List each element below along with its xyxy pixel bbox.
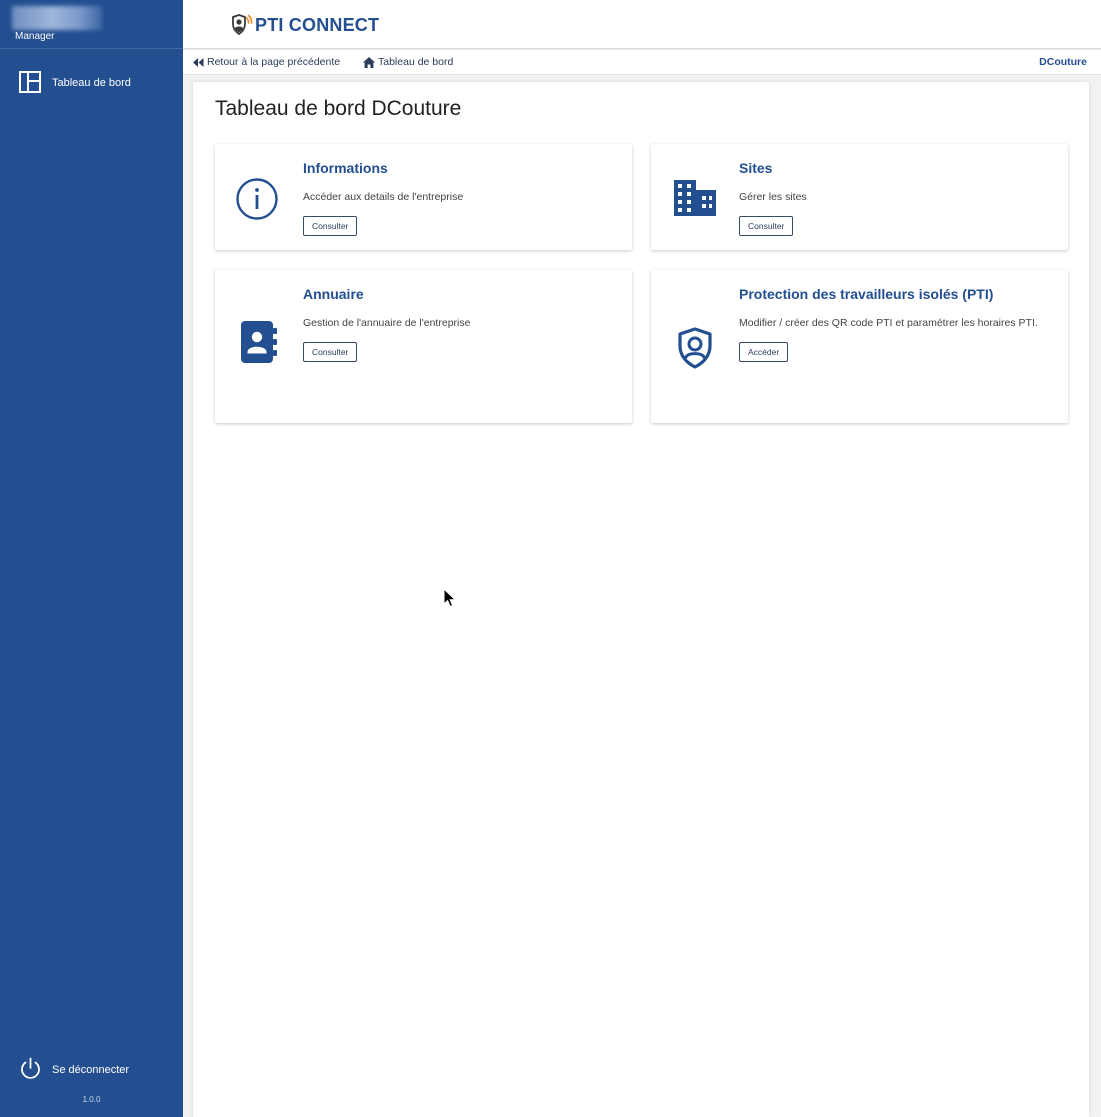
home-icon [363,56,375,68]
breadcrumb-home-label: Tableau de bord [378,56,454,68]
card-informations: Informations Accéder aux details de l'en… [215,144,632,250]
card-sites: Sites Gérer les sites Consulter [651,144,1068,250]
page-title: Tableau de bord DCouture [215,97,462,120]
app-version: 1.0.0 [82,1095,101,1104]
shield-user-icon [678,327,712,369]
consult-annuaire-button[interactable]: Consulter [303,342,358,362]
card-title: Sites [739,160,773,176]
user-role: Manager [15,31,55,42]
access-pti-button[interactable]: Accéder [739,342,789,362]
card-description: Accéder aux details de l'entreprise [303,191,464,203]
card-pti: Protection des travailleurs isolés (PTI)… [651,270,1068,423]
info-icon [236,178,278,220]
app-name: PTI CONNECT [255,14,380,35]
card-description: Gérer les sites [739,191,807,203]
mouse-cursor-icon [443,588,457,608]
sidebar-item-dashboard[interactable]: Tableau de bord [0,66,183,100]
card-title: Annuaire [303,286,364,302]
card-annuaire: Annuaire Gestion de l'annuaire de l'entr… [215,270,632,423]
contact-book-icon [241,321,277,363]
card-title: Protection des travailleurs isolés (PTI) [739,286,994,302]
logout-label: Se déconnecter [52,1064,130,1076]
card-description: Modifier / créer des QR code PTI et para… [739,317,1038,329]
back-link-label: Retour à la page précédente [207,56,341,68]
dashboard-icon [19,71,41,93]
card-description: Gestion de l'annuaire de l'entreprise [303,317,471,329]
pti-logo-icon [232,14,253,36]
breadcrumb: Retour à la page précédente Tableau de b… [183,50,1101,75]
main-panel: Tableau de bord DCouture Informations Ac… [193,82,1089,1117]
company-name: DCouture [1039,56,1087,68]
user-name-blurred [12,6,102,30]
consult-sites-button[interactable]: Consulter [739,216,794,236]
building-icon [674,180,716,216]
breadcrumb-home-link[interactable]: Tableau de bord [363,56,453,68]
card-title: Informations [303,160,388,176]
power-icon [21,1057,40,1079]
back-link[interactable]: Retour à la page précédente [193,56,340,68]
brand-logo[interactable]: PTI CONNECT [227,10,379,40]
top-header: PTI CONNECT [183,0,1101,49]
sidebar: Manager Tableau de bord Se déconnecter 1… [0,0,183,1117]
rewind-icon [193,57,204,67]
consult-informations-button[interactable]: Consulter [303,216,358,236]
sidebar-divider [0,48,183,49]
logout-button[interactable]: Se déconnecter [0,1053,183,1085]
sidebar-item-label: Tableau de bord [52,77,131,89]
